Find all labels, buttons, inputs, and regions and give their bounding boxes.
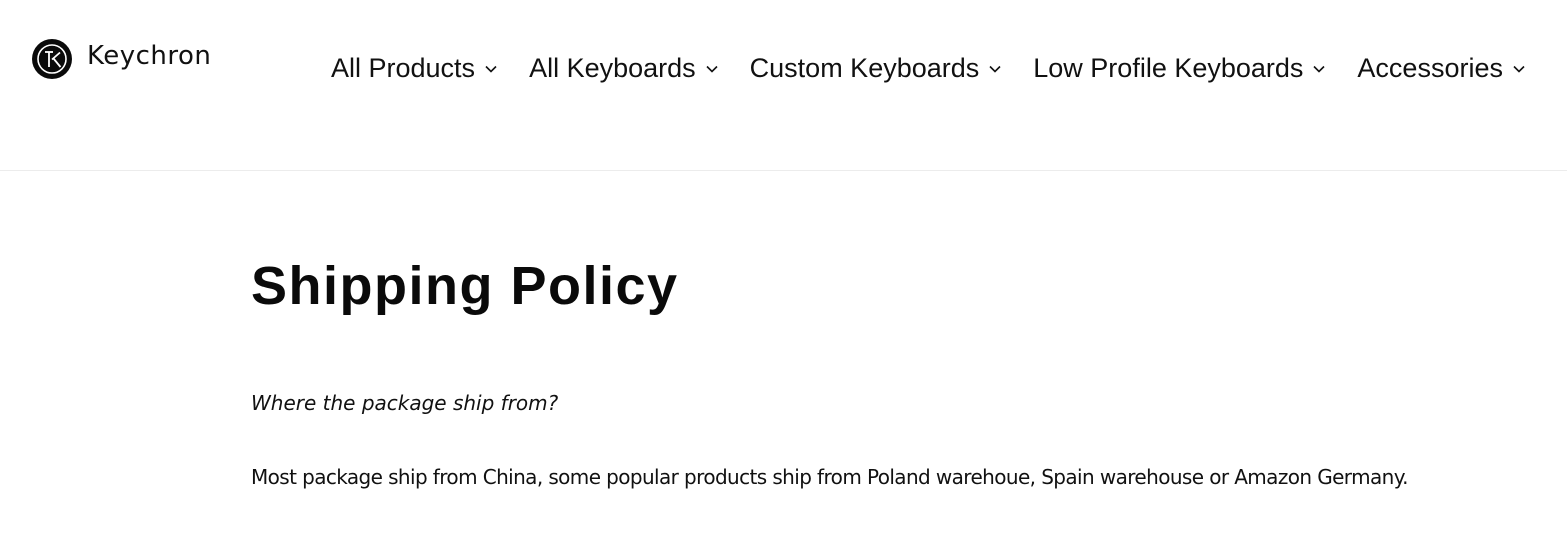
nav-item-custom-keyboards[interactable]: Custom Keyboards bbox=[750, 48, 1003, 88]
nav-item-low-profile-keyboards[interactable]: Low Profile Keyboards bbox=[1033, 48, 1326, 88]
chevron-down-icon bbox=[1313, 65, 1325, 73]
brand-logo-link[interactable]: Keychron bbox=[31, 38, 211, 80]
chevron-down-icon bbox=[989, 65, 1001, 73]
nav-item-all-products[interactable]: All Products bbox=[331, 48, 498, 88]
brand-name: Keychron bbox=[87, 41, 212, 71]
site-header: Keychron All Products All Keyboards Cust… bbox=[0, 0, 1567, 171]
nav-item-accessories[interactable]: Accessories bbox=[1357, 48, 1526, 88]
nav-item-all-keyboards[interactable]: All Keyboards bbox=[529, 48, 719, 88]
page-title: Shipping Policy bbox=[251, 256, 679, 316]
faq-question: Where the package ship from? bbox=[251, 391, 559, 415]
nav-item-label: Low Profile Keyboards bbox=[1033, 53, 1304, 83]
main-nav: All Products All Keyboards Custom Keyboa… bbox=[331, 48, 1526, 88]
nav-item-label: Custom Keyboards bbox=[749, 53, 980, 83]
faq-answer: Most package ship from China, some popul… bbox=[251, 465, 1408, 489]
nav-item-label: Accessories bbox=[1357, 53, 1503, 83]
keychron-logo-icon bbox=[32, 39, 72, 79]
chevron-down-icon bbox=[485, 65, 497, 73]
chevron-down-icon bbox=[706, 65, 718, 73]
nav-item-label: All Keyboards bbox=[529, 53, 696, 83]
chevron-down-icon bbox=[1513, 65, 1525, 73]
nav-item-label: All Products bbox=[331, 53, 476, 83]
